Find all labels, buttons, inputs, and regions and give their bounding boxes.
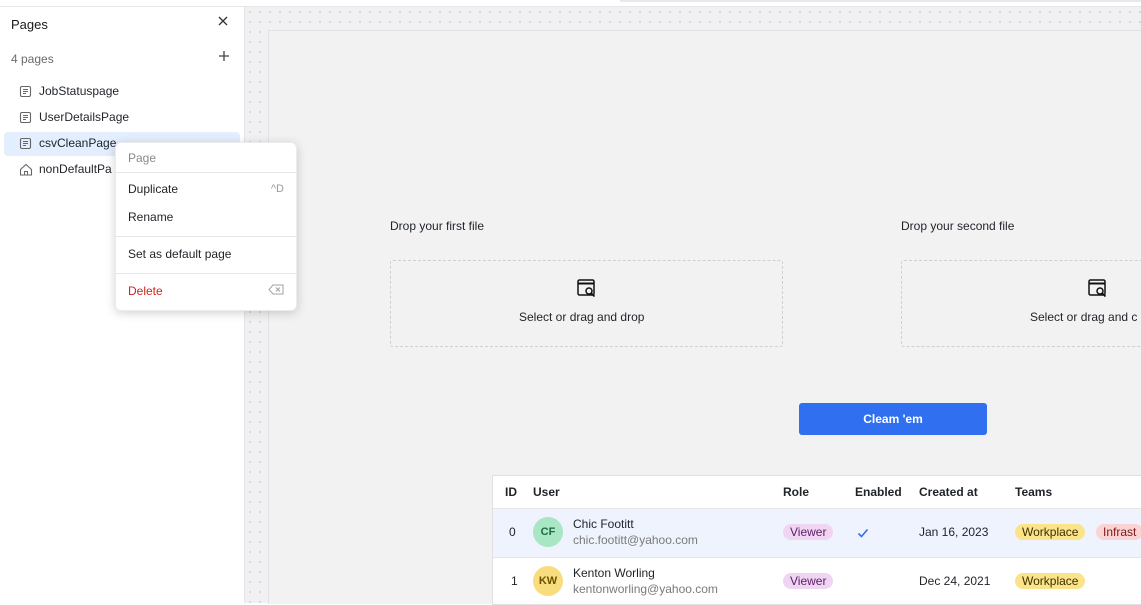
page-item-jobstatuspage[interactable]: JobStatuspage — [4, 80, 240, 104]
check-icon — [857, 526, 869, 538]
home-icon — [19, 163, 33, 176]
menu-divider — [116, 273, 296, 274]
dropzone-first-file[interactable]: Select or drag and drop — [390, 260, 783, 347]
column-header-id[interactable]: ID — [505, 485, 517, 499]
created-date: Dec 24, 2021 — [919, 574, 991, 588]
row-id: 1 — [511, 574, 518, 588]
menu-item-rename[interactable]: Rename — [128, 210, 173, 224]
column-header-role[interactable]: Role — [783, 485, 809, 499]
context-menu-header: Page — [128, 151, 157, 165]
backspace-icon — [268, 284, 284, 298]
menu-item-duplicate[interactable]: Duplicate — [128, 182, 178, 196]
dropzone-text: Select or drag and c — [1030, 310, 1138, 324]
column-header-enabled[interactable]: Enabled — [855, 485, 902, 499]
page-item-label: nonDefaultPa — [39, 162, 112, 176]
drop1-label: Drop your first file — [390, 219, 485, 233]
avatar: KW — [533, 566, 563, 596]
dropzone-text: Select or drag and drop — [519, 310, 645, 324]
column-header-user[interactable]: User — [533, 485, 560, 499]
row-id: 0 — [509, 525, 516, 539]
page-context-menu: Page Duplicate ^D Rename Set as default … — [115, 142, 297, 311]
page-icon — [19, 85, 32, 98]
page-item-label: UserDetailsPage — [39, 110, 130, 124]
role-badge: Viewer — [783, 524, 834, 540]
avatar: CF — [533, 517, 563, 547]
table-row[interactable]: 1 KW Kenton Worling kentonworling@yahoo.… — [493, 557, 1141, 604]
team-badge: Workplace — [1015, 573, 1086, 589]
file-search-icon — [577, 279, 597, 299]
clean-button[interactable]: Cleam 'em — [799, 403, 987, 435]
menu-divider — [116, 236, 296, 237]
menu-item-set-default[interactable]: Set as default page — [128, 247, 231, 261]
menu-divider — [116, 172, 296, 173]
user-email: chic.footitt@yahoo.com — [573, 533, 698, 547]
user-name: Chic Footitt — [573, 517, 634, 531]
users-table: ID User Role Enabled Created at Teams 0 … — [492, 475, 1141, 605]
page-count: 4 pages — [11, 52, 54, 66]
column-header-created[interactable]: Created at — [919, 485, 978, 499]
created-date: Jan 16, 2023 — [919, 525, 989, 539]
file-search-icon — [1088, 279, 1108, 299]
sidebar-title: Pages — [11, 17, 48, 32]
dropzone-second-file[interactable]: Select or drag and c — [901, 260, 1141, 347]
column-header-teams[interactable]: Teams — [1015, 485, 1052, 499]
page-icon — [19, 111, 32, 124]
plus-icon[interactable] — [218, 50, 230, 65]
page-item-label: csvCleanPage — [39, 136, 117, 150]
close-icon[interactable] — [217, 15, 231, 29]
drop2-label: Drop your second file — [901, 219, 1015, 233]
team-badge: Infrast — [1096, 524, 1141, 540]
menu-item-delete[interactable]: Delete — [128, 284, 163, 298]
table-row[interactable]: 0 CF Chic Footitt chic.footitt@yahoo.com… — [493, 508, 1141, 557]
page-item-label: JobStatuspage — [39, 84, 120, 98]
duplicate-shortcut: ^D — [270, 183, 284, 195]
page-item-userdetailspage[interactable]: UserDetailsPage — [4, 106, 240, 130]
user-email: kentonworling@yahoo.com — [573, 582, 718, 596]
team-badge: Workplace — [1015, 524, 1086, 540]
top-bar — [0, 0, 1141, 7]
top-bar-strip — [620, 0, 1141, 2]
user-name: Kenton Worling — [573, 566, 655, 580]
page-icon — [19, 137, 32, 150]
role-badge: Viewer — [783, 573, 834, 589]
